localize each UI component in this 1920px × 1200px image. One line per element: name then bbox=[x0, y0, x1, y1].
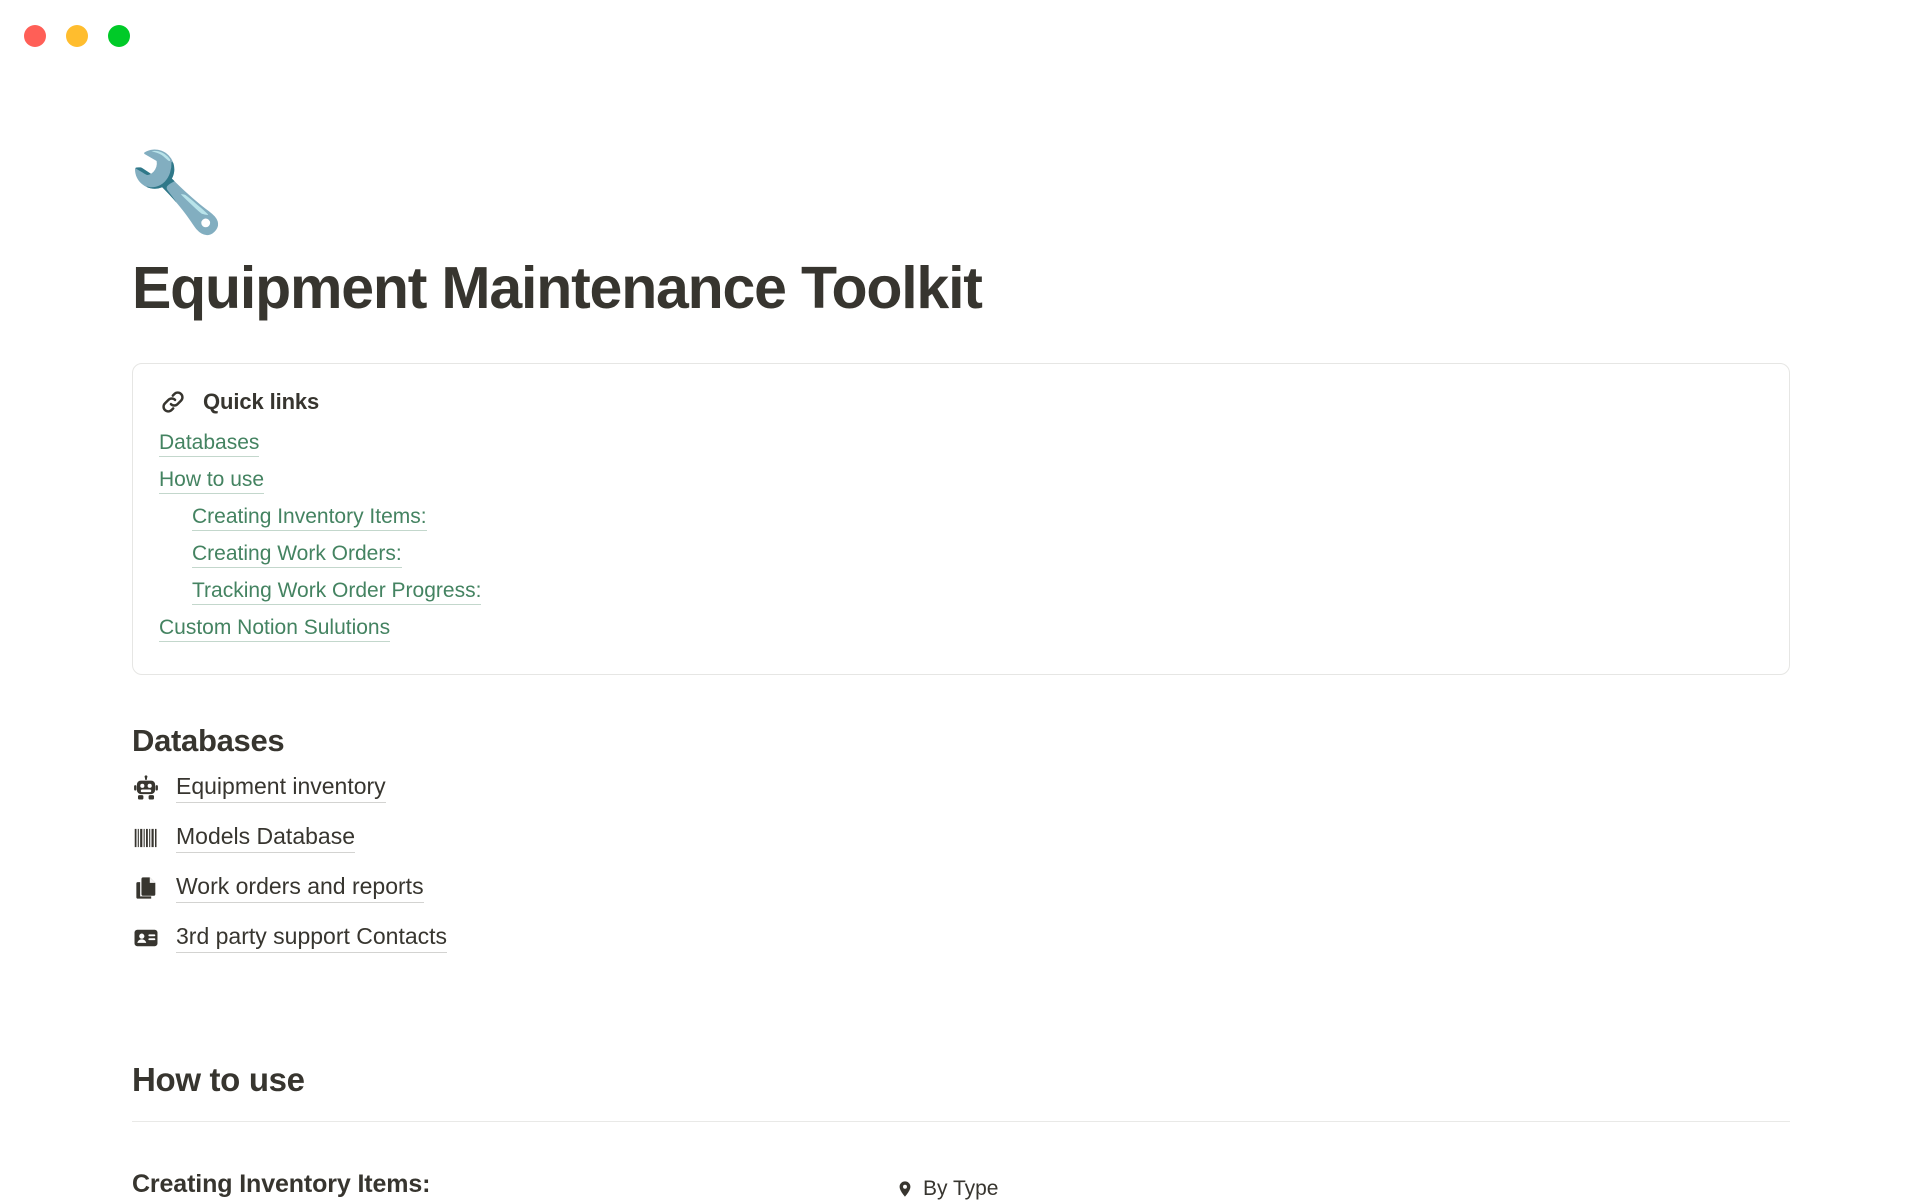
databases-heading: Databases bbox=[132, 722, 285, 758]
database-link-equipment-inventory[interactable]: Equipment inventory bbox=[176, 773, 386, 803]
quick-link-how-to-use[interactable]: How to use bbox=[159, 467, 265, 494]
quick-link-row: Custom Notion Sulutions bbox=[159, 609, 1763, 646]
link-icon bbox=[159, 388, 187, 416]
how-to-use-body: Creating Inventory Items: Open the Equip… bbox=[132, 1122, 1790, 1200]
traffic-light-controls bbox=[24, 25, 130, 47]
database-row-work-orders-and-reports[interactable]: Work orders and reports bbox=[132, 863, 1790, 913]
how-to-use-heading: How to use bbox=[132, 1060, 305, 1098]
database-link-3rd-party-support-contacts[interactable]: 3rd party support Contacts bbox=[176, 923, 448, 953]
minimize-button[interactable] bbox=[66, 25, 88, 47]
quick-link-row: Databases bbox=[159, 424, 1763, 461]
quick-link-databases[interactable]: Databases bbox=[159, 430, 260, 457]
quick-links-list: Databases How to use Creating Inventory … bbox=[159, 424, 1763, 646]
quick-link-custom-notion-sulutions[interactable]: Custom Notion Sulutions bbox=[159, 615, 391, 642]
quick-link-row: Creating Work Orders: bbox=[159, 535, 1763, 572]
quick-link-row: Creating Inventory Items: bbox=[159, 498, 1763, 535]
page-content: 🔧 Equipment Maintenance Toolkit Quick li… bbox=[0, 154, 1920, 1200]
quick-link-creating-inventory-items[interactable]: Creating Inventory Items: bbox=[192, 504, 427, 531]
database-link-models-database[interactable]: Models Database bbox=[176, 823, 355, 853]
barcode-icon bbox=[132, 824, 160, 852]
creating-inventory-items-block: Creating Inventory Items: Open the Equip… bbox=[132, 1170, 892, 1200]
databases-list: Equipment inventory Models Database Work… bbox=[132, 763, 1790, 963]
database-row-equipment-inventory[interactable]: Equipment inventory bbox=[132, 763, 1790, 813]
page-title: Equipment Maintenance Toolkit bbox=[132, 255, 983, 321]
close-button[interactable] bbox=[24, 25, 46, 47]
tab-by-type[interactable]: By Type bbox=[892, 1177, 1013, 1200]
robot-icon bbox=[132, 774, 160, 802]
creating-inventory-items-heading: Creating Inventory Items: bbox=[132, 1169, 431, 1198]
database-row-3rd-party-support-contacts[interactable]: 3rd party support Contacts bbox=[132, 913, 1790, 963]
quick-link-row: Tracking Work Order Progress: bbox=[159, 572, 1763, 609]
map-pin-icon bbox=[896, 1178, 914, 1200]
database-view-panel: By Type Name Type Model Status bbox=[892, 1170, 1790, 1200]
quick-link-creating-work-orders[interactable]: Creating Work Orders: bbox=[192, 541, 402, 568]
quick-link-row: How to use bbox=[159, 461, 1763, 498]
contact-card-icon bbox=[132, 924, 160, 952]
tab-by-type-label: By Type bbox=[923, 1176, 999, 1200]
documents-icon bbox=[132, 874, 160, 902]
quick-links-callout: Quick links Databases How to use Creatin… bbox=[132, 362, 1790, 675]
callout-header: Quick links bbox=[159, 388, 1763, 416]
callout-title: Quick links bbox=[203, 388, 320, 414]
tabbar-underline bbox=[1013, 1170, 1791, 1200]
wrench-emoji[interactable]: 🔧 bbox=[128, 154, 1790, 250]
database-row-models-database[interactable]: Models Database bbox=[132, 813, 1790, 863]
database-view-tabbar: By Type bbox=[892, 1170, 1790, 1200]
window-titlebar bbox=[0, 0, 1920, 72]
maximize-button[interactable] bbox=[108, 25, 130, 47]
quick-link-tracking-work-order-progress[interactable]: Tracking Work Order Progress: bbox=[192, 578, 482, 605]
database-link-work-orders-and-reports[interactable]: Work orders and reports bbox=[176, 873, 424, 903]
